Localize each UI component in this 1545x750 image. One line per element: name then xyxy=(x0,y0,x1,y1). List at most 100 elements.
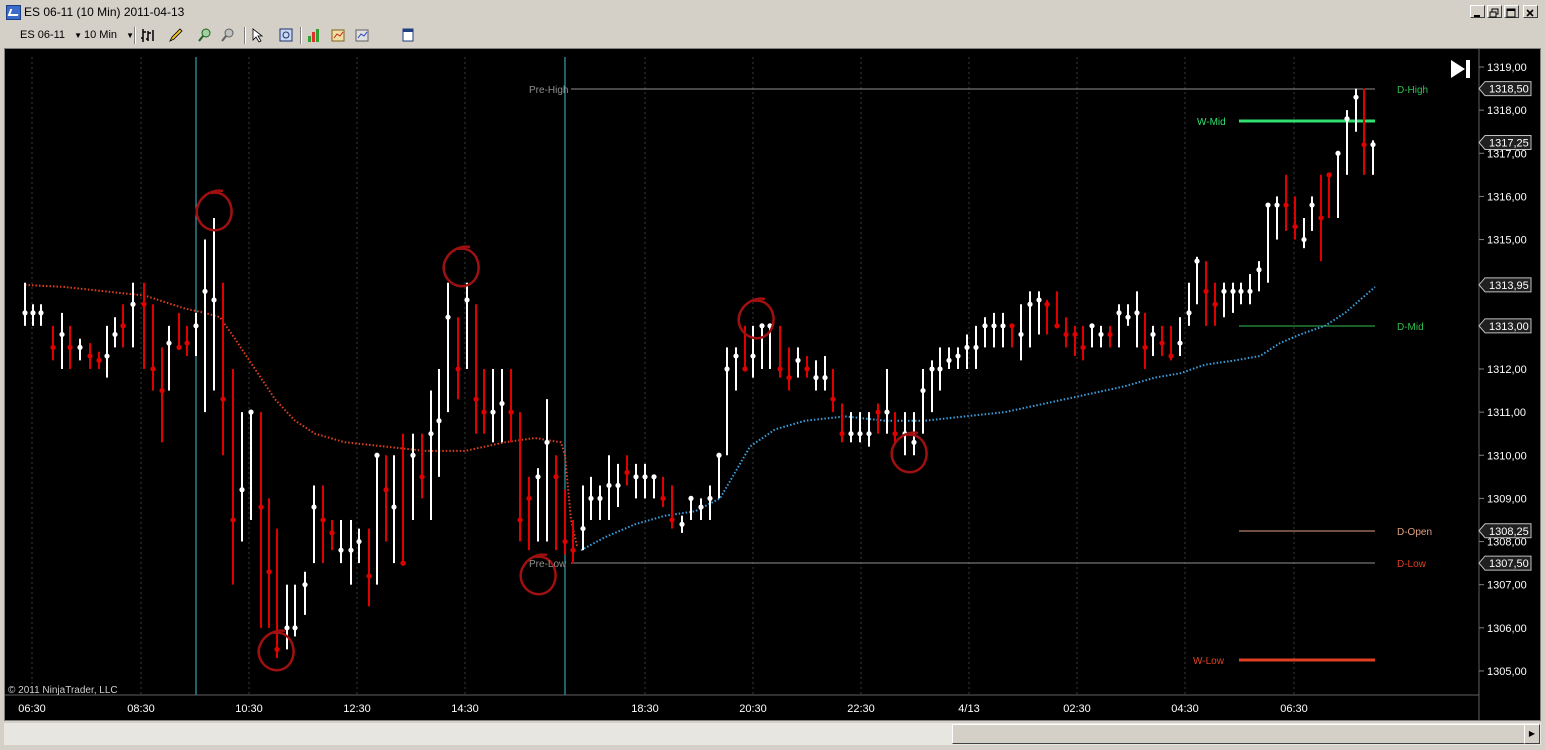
price-chart[interactable]: Pre-High Pre-Low D-High W-Mid D-Mid D-Op… xyxy=(5,49,1540,720)
close-icon xyxy=(1526,9,1534,17)
indicators-icon[interactable] xyxy=(306,27,322,43)
close-dot xyxy=(193,323,199,329)
close-dot xyxy=(553,474,559,480)
close-dot xyxy=(535,474,541,480)
close-dot xyxy=(1098,331,1104,338)
zoom-out-icon[interactable] xyxy=(220,27,236,43)
price-marker-label: 1313,95 xyxy=(1489,280,1529,292)
time-axis-label: 10:30 xyxy=(235,703,263,715)
close-dot xyxy=(1009,323,1015,329)
pre-high-label: Pre-High xyxy=(529,85,568,96)
window-layout-icon[interactable] xyxy=(400,27,416,43)
window-title: ES 06-11 (10 Min) 2011-04-13 xyxy=(24,5,185,19)
close-dot xyxy=(1370,142,1376,148)
scroll-to-end-button[interactable] xyxy=(1451,60,1470,78)
close-dot xyxy=(1063,331,1069,338)
price-axis-label: 1318,00 xyxy=(1487,105,1527,117)
close-dot xyxy=(1072,331,1078,338)
price-axis-label: 1319,00 xyxy=(1487,62,1527,74)
d-low-label: D-Low xyxy=(1397,559,1427,570)
interval-label: 10 Min xyxy=(84,29,118,41)
close-dot xyxy=(857,431,863,437)
scroll-thumb[interactable] xyxy=(952,724,1526,744)
price-axis-label: 1317,00 xyxy=(1487,148,1527,160)
chart-horizontal-scrollbar[interactable]: ▶ xyxy=(4,723,1541,745)
close-dot xyxy=(1247,288,1253,294)
close-dot xyxy=(1159,340,1165,346)
close-dot xyxy=(366,573,372,579)
price-axis-label: 1306,00 xyxy=(1487,623,1527,635)
restore-button[interactable] xyxy=(1487,5,1502,18)
close-dot xyxy=(848,431,854,437)
close-dot xyxy=(1142,344,1148,351)
close-dot xyxy=(804,366,810,372)
close-dot xyxy=(67,344,73,351)
close-dot xyxy=(777,366,783,372)
copyright-text: © 2011 NinjaTrader, LLC xyxy=(8,685,118,696)
close-dot xyxy=(660,495,666,501)
close-dot xyxy=(707,495,713,501)
price-bars xyxy=(22,88,1376,659)
chevron-down-icon: ▼ xyxy=(74,31,83,40)
pointer-icon[interactable] xyxy=(250,27,266,43)
scroll-right-button[interactable]: ▶ xyxy=(1524,724,1540,744)
close-dot xyxy=(1186,310,1192,316)
close-dot xyxy=(445,314,451,320)
close-dot xyxy=(59,331,65,338)
close-dot xyxy=(230,517,236,523)
close-dot xyxy=(120,323,126,329)
maximize-button[interactable] xyxy=(1504,5,1519,18)
close-dot xyxy=(1256,267,1262,273)
time-axis-label: 22:30 xyxy=(847,703,875,715)
close-dot xyxy=(698,504,704,510)
close-dot xyxy=(866,431,872,437)
price-chart-panel[interactable]: Pre-High Pre-Low D-High W-Mid D-Mid D-Op… xyxy=(4,48,1541,721)
time-axis: 06:30 08:30 10:30 12:30 14:30 18:30 20:30 22:30… xyxy=(18,703,1308,715)
close-dot xyxy=(830,396,836,402)
zoom-in-icon[interactable] xyxy=(197,27,213,43)
close-dot xyxy=(526,495,532,501)
close-dot xyxy=(1018,331,1024,338)
strategies-icon[interactable] xyxy=(330,27,346,43)
price-axis-label: 1312,00 xyxy=(1487,364,1527,376)
minimize-button[interactable] xyxy=(1470,5,1485,18)
close-dot xyxy=(570,547,576,553)
close-dot xyxy=(248,409,254,415)
instrument-selector[interactable]: ES 06-11 ▼ xyxy=(20,27,82,43)
price-axis-label: 1311,00 xyxy=(1487,407,1526,419)
close-dot xyxy=(669,517,675,523)
d-high-label: D-High xyxy=(1397,85,1428,96)
close-button[interactable] xyxy=(1523,5,1538,18)
close-dot xyxy=(1361,142,1367,148)
close-dot xyxy=(391,504,397,510)
time-axis-label: 08:30 xyxy=(127,703,155,715)
drawing-pencil-icon[interactable] xyxy=(168,27,184,43)
toolbar-separator xyxy=(134,27,136,44)
close-dot xyxy=(374,452,380,458)
data-box-icon[interactable] xyxy=(278,27,294,43)
close-dot xyxy=(813,375,819,381)
close-dot xyxy=(1292,224,1298,230)
d-open-label: D-Open xyxy=(1397,527,1432,538)
close-dot xyxy=(436,418,442,424)
close-dot xyxy=(302,582,308,588)
close-dot xyxy=(920,387,926,394)
time-axis-label: 4/13 xyxy=(958,703,979,715)
close-dot xyxy=(400,560,406,566)
interval-selector[interactable]: 10 Min ▼ xyxy=(84,27,134,43)
close-dot xyxy=(1054,323,1060,329)
close-dot xyxy=(929,366,935,372)
close-dot xyxy=(750,353,756,359)
bar-style-icon[interactable] xyxy=(140,27,156,43)
price-axis: 1319,00 1318,00 1317,00 1316,00 1315,00 1313,… xyxy=(1478,62,1532,678)
chart-properties-icon[interactable] xyxy=(354,27,370,43)
close-dot xyxy=(266,569,272,575)
time-axis-label: 02:30 xyxy=(1063,703,1091,715)
time-axis-label: 04:30 xyxy=(1171,703,1199,715)
close-dot xyxy=(1000,323,1006,329)
pre-low-label: Pre-Low xyxy=(529,559,567,570)
close-dot xyxy=(1203,288,1209,294)
close-dot xyxy=(982,323,988,329)
time-axis-label: 06:30 xyxy=(18,703,46,715)
close-dot xyxy=(1116,310,1122,316)
